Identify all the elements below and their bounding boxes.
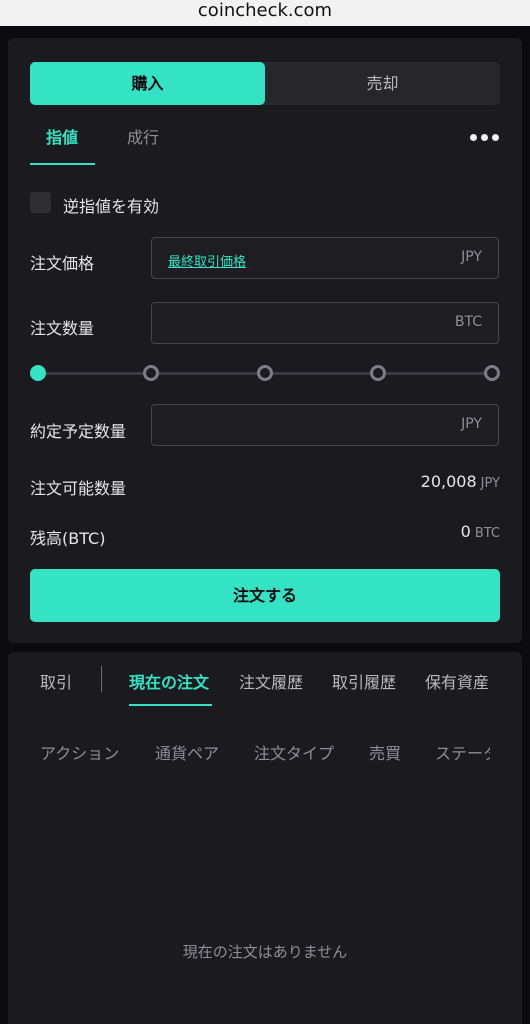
browser-url-bar[interactable]: coincheck.com [0, 0, 530, 26]
last-price-link[interactable]: 最終取引価格 [168, 251, 246, 270]
tab-assets[interactable]: 保有資産 [425, 669, 489, 693]
available-unit: JPY [480, 476, 500, 491]
available-amount: 20,008 [420, 472, 477, 491]
more-options-icon[interactable] [470, 134, 500, 142]
submit-order-button[interactable]: 注文する [30, 569, 500, 622]
available-value: 20,008 JPY [421, 472, 500, 491]
column-status-clip: ステータス [435, 740, 490, 764]
estimate-unit: JPY [461, 416, 482, 432]
active-tab-underline [30, 163, 95, 165]
url-text: coincheck.com [197, 0, 333, 21]
price-label: 注文価格 [30, 254, 95, 273]
amount-input[interactable]: BTC [151, 302, 499, 344]
orders-panel: 取引 現在の注文 注文履歴 取引履歴 保有資産 アクション 通貨ペア 注文タイプ… [8, 652, 522, 1024]
column-side: 売買 [369, 744, 402, 763]
balance-amount: 0 [460, 522, 471, 541]
tab-order-history[interactable]: 注文履歴 [239, 669, 303, 693]
tab-market[interactable]: 成行 [127, 124, 159, 148]
stop-order-checkbox[interactable] [30, 192, 51, 213]
order-panel: 購入 売却 指値 成行 逆指値を有効 注文価格 最終取引価格 JPY 注文数量 … [8, 38, 522, 643]
sell-tab[interactable]: 売却 [265, 62, 500, 105]
slider-stop-25[interactable] [143, 365, 159, 381]
buy-tab[interactable]: 購入 [30, 62, 265, 105]
tab-limit[interactable]: 指値 [46, 124, 78, 148]
column-order-type: 注文タイプ [254, 744, 335, 763]
active-tab-underline [129, 704, 212, 706]
column-pair: 通貨ペア [155, 744, 220, 763]
column-status: ステータス [435, 744, 490, 763]
amount-label: 注文数量 [30, 319, 95, 338]
order-type-tabs: 指値 成行 [30, 120, 500, 166]
chart-edge [0, 26, 530, 36]
amount-unit: BTC [454, 314, 482, 330]
tab-open-orders[interactable]: 現在の注文 [129, 669, 209, 693]
estimate-input[interactable]: JPY [151, 404, 499, 446]
slider-stop-75[interactable] [370, 365, 386, 381]
slider-stop-100[interactable] [484, 365, 500, 381]
column-action: アクション [40, 744, 120, 763]
slider-stop-0[interactable] [30, 365, 46, 381]
balance-unit: BTC [474, 526, 500, 541]
estimate-label: 約定予定数量 [30, 422, 127, 441]
price-input[interactable]: 最終取引価格 JPY [151, 237, 499, 279]
balance-value: 0 BTC [461, 522, 500, 541]
tab-trade[interactable]: 取引 [40, 669, 72, 693]
tab-divider [101, 666, 102, 692]
empty-message: 現在の注文はありません [182, 943, 348, 961]
stop-order-label: 逆指値を有効 [63, 197, 160, 216]
slider-stop-50[interactable] [257, 365, 273, 381]
price-unit: JPY [461, 249, 482, 265]
amount-slider[interactable] [30, 363, 500, 383]
balance-label: 残高(BTC) [30, 529, 106, 548]
available-label: 注文可能数量 [30, 479, 127, 498]
tab-trade-history[interactable]: 取引履歴 [332, 669, 396, 693]
side-toggle: 購入 売却 [30, 62, 500, 105]
